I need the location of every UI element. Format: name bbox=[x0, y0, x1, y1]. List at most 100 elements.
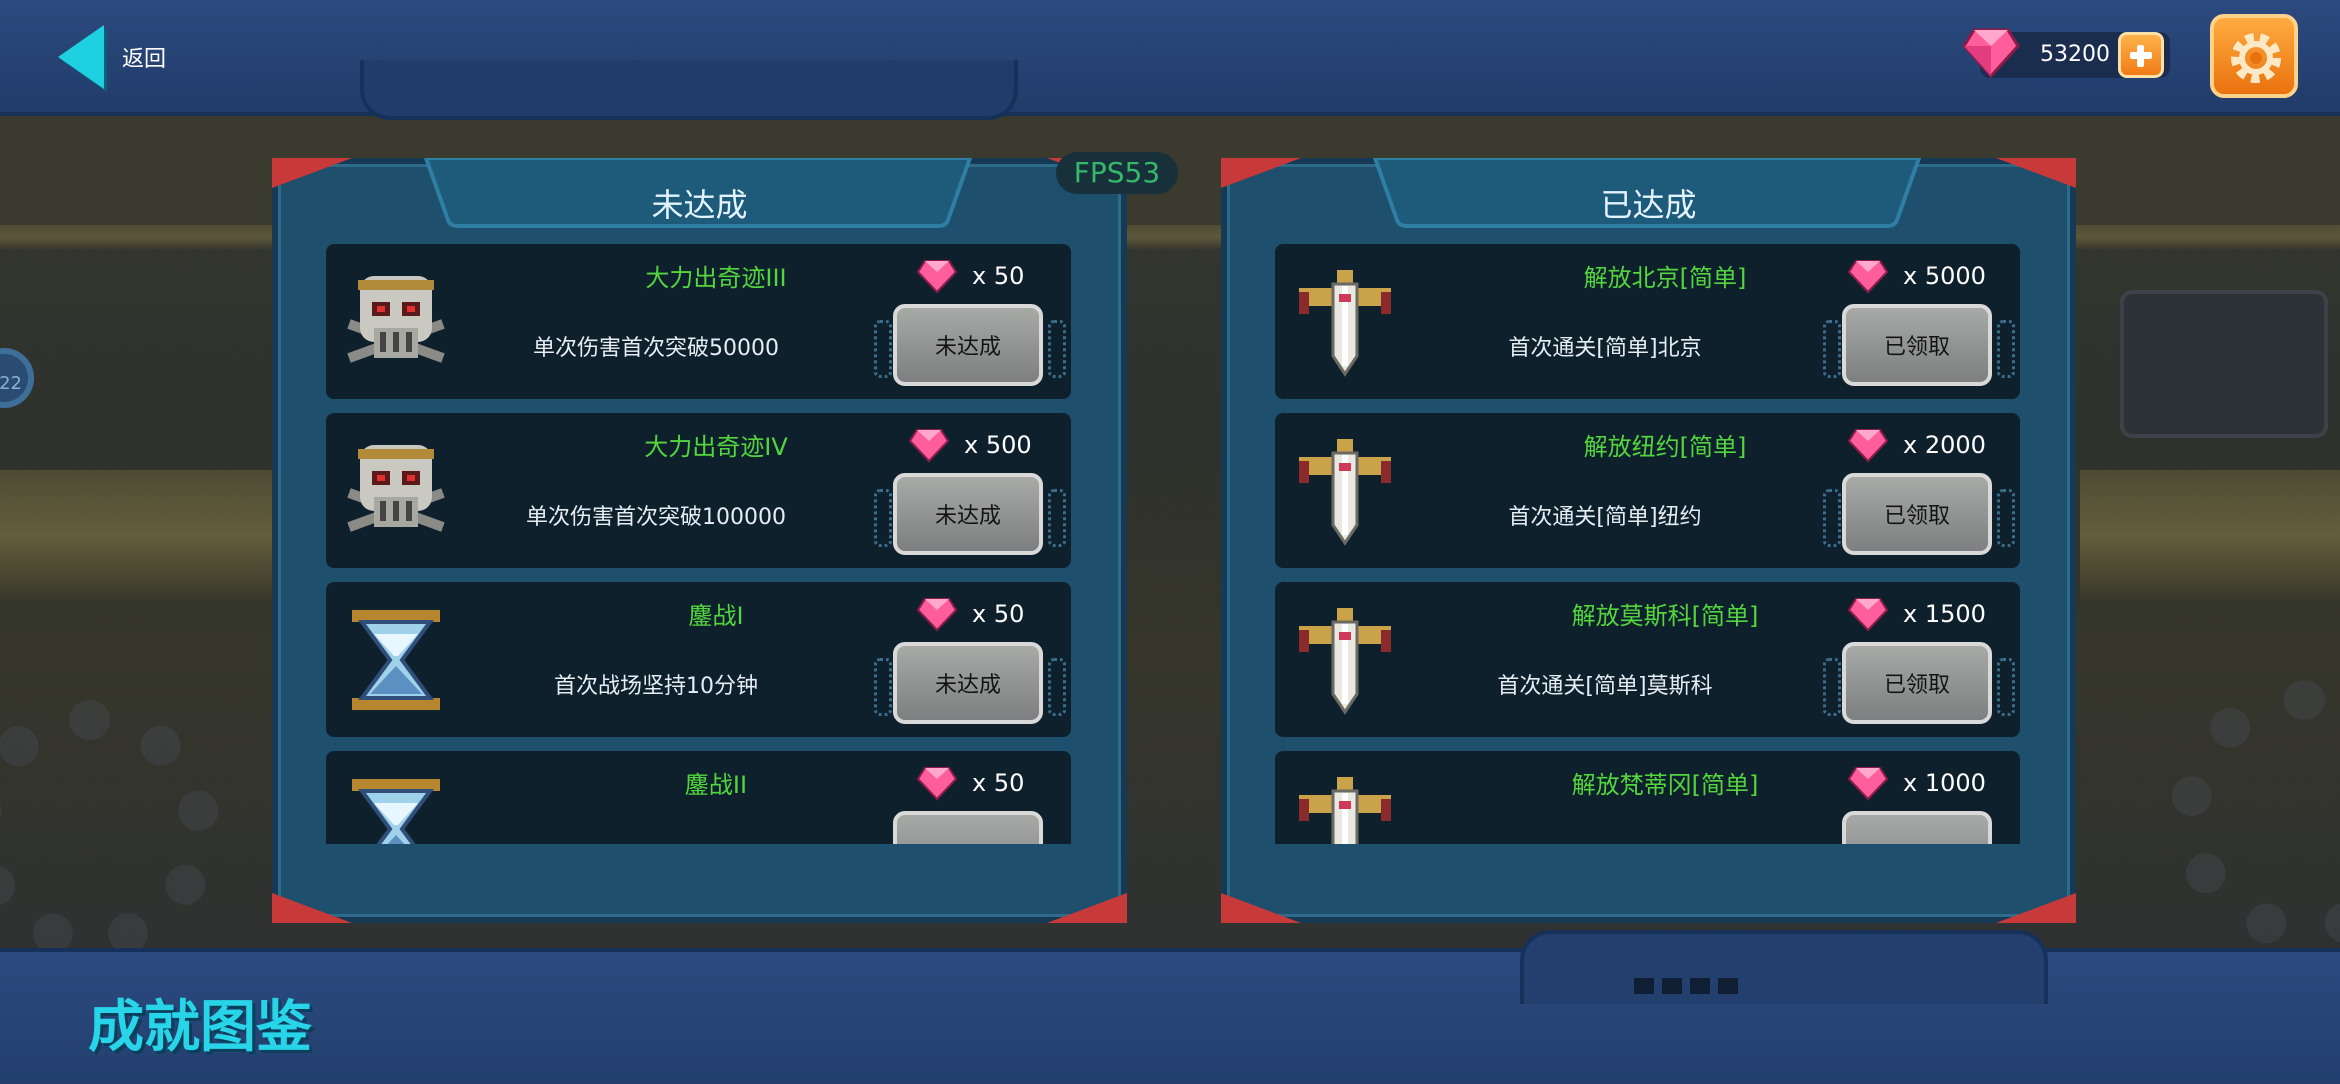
settings-button[interactable] bbox=[2210, 14, 2298, 98]
achievement-description: 首次通关[简单]莫斯科 bbox=[1497, 674, 1713, 699]
reward: x 1500 bbox=[1847, 594, 1986, 634]
achievement-description: 首次通关[简单]北京 bbox=[1508, 336, 1702, 361]
status-button[interactable]: 未达成 bbox=[893, 304, 1043, 386]
reward-amount: x 50 bbox=[972, 600, 1025, 628]
button-decoration bbox=[874, 658, 892, 716]
reward: x 500 bbox=[908, 425, 1032, 465]
achievement-name: 解放纽约[简单] bbox=[1583, 433, 1747, 461]
achievement-name: 大力出奇迹III bbox=[645, 264, 787, 292]
achievement-name: 解放北京[简单] bbox=[1583, 264, 1747, 292]
achievement-card: 解放北京[简单] x 5000 首次通关[简单]北京 已领取 bbox=[1275, 244, 2020, 399]
status-button[interactable] bbox=[893, 811, 1043, 844]
sword-icon bbox=[1299, 608, 1391, 715]
reward: x 2000 bbox=[1847, 425, 1986, 465]
panel-corner bbox=[272, 893, 352, 923]
button-decoration bbox=[1048, 489, 1066, 547]
gem-icon bbox=[916, 598, 958, 632]
achievement-name: 大力出奇迹IV bbox=[644, 433, 788, 461]
background-pipe bbox=[0, 470, 280, 600]
panel-title: 已达成 bbox=[1600, 186, 1697, 224]
achievement-list[interactable]: 大力出奇迹III x 50 单次伤害首次突破50000 未达成 大力出奇迹IV bbox=[326, 244, 1071, 844]
background-vent bbox=[2120, 290, 2328, 438]
notch-dots bbox=[1634, 978, 1744, 994]
status-button[interactable]: 已领取 bbox=[1842, 473, 1992, 555]
reward-amount: x 5000 bbox=[1903, 262, 1986, 290]
reward: x 5000 bbox=[1847, 256, 1986, 296]
back-button[interactable]: 返回 bbox=[58, 22, 178, 92]
button-decoration bbox=[874, 320, 892, 378]
achievement-card: 解放莫斯科[简单] x 1500 首次通关[简单]莫斯科 已领取 bbox=[1275, 582, 2020, 737]
achievement-card: 鏖战I x 50 首次战场坚持10分钟 未达成 bbox=[326, 582, 1071, 737]
reward-amount: x 2000 bbox=[1903, 431, 1986, 459]
side-badge[interactable]: 22 bbox=[0, 348, 34, 408]
achievement-card: 大力出奇迹IV x 500 单次伤害首次突破100000 未达成 bbox=[326, 413, 1071, 568]
panel-corner bbox=[1047, 893, 1127, 923]
button-decoration bbox=[1997, 658, 2015, 716]
background-gear bbox=[2170, 680, 2340, 950]
reward-amount: x 50 bbox=[972, 769, 1025, 797]
back-label: 返回 bbox=[122, 47, 167, 72]
top-bar-notch bbox=[360, 60, 1018, 120]
sword-icon bbox=[1299, 777, 1391, 844]
reward: x 50 bbox=[916, 256, 1024, 296]
achievement-card: 大力出奇迹III x 50 单次伤害首次突破50000 未达成 bbox=[326, 244, 1071, 399]
achievement-card: 鏖战II x 50 bbox=[326, 751, 1071, 844]
gem-icon bbox=[1847, 767, 1889, 801]
gem-icon bbox=[1847, 598, 1889, 632]
background-pipe bbox=[2080, 470, 2340, 600]
achievement-name: 鏖战II bbox=[684, 771, 748, 799]
unachieved-panel: 未达成 大力出奇迹III x 50 单次伤害首次突破50000 未达成 大力出奇… bbox=[272, 158, 1127, 923]
gem-icon bbox=[916, 260, 958, 294]
status-button[interactable]: 已领取 bbox=[1842, 304, 1992, 386]
hourglass-icon bbox=[352, 779, 440, 844]
reward-amount: x 50 bbox=[972, 262, 1025, 290]
skull-icon bbox=[347, 445, 445, 532]
reward-amount: x 500 bbox=[964, 431, 1032, 459]
hourglass-icon bbox=[352, 610, 440, 710]
achievement-description: 首次通关[简单]纽约 bbox=[1508, 505, 1702, 530]
achievement-name: 鏖战I bbox=[688, 602, 744, 630]
button-decoration bbox=[874, 489, 892, 547]
panel-title: 未达成 bbox=[651, 186, 748, 224]
reward: x 50 bbox=[916, 594, 1024, 634]
gem-icon bbox=[1962, 28, 2020, 78]
background-gear bbox=[0, 700, 220, 960]
sword-icon bbox=[1299, 270, 1391, 377]
status-button[interactable]: 未达成 bbox=[893, 642, 1043, 724]
gear-icon bbox=[2231, 33, 2281, 83]
achievement-name: 解放莫斯科[简单] bbox=[1571, 602, 1759, 630]
reward: x 1000 bbox=[1847, 763, 1986, 803]
button-decoration bbox=[1048, 320, 1066, 378]
fps-counter: FPS53 bbox=[1056, 152, 1178, 194]
gem-icon bbox=[1847, 260, 1889, 294]
add-gems-button[interactable] bbox=[2118, 32, 2164, 78]
button-decoration bbox=[1997, 489, 2015, 547]
button-decoration bbox=[1823, 658, 1841, 716]
panel-corner bbox=[1996, 893, 2076, 923]
achievement-description: 单次伤害首次突破50000 bbox=[533, 336, 779, 361]
skull-icon bbox=[347, 276, 445, 363]
status-button[interactable] bbox=[1842, 811, 1992, 844]
gem-icon bbox=[916, 767, 958, 801]
reward-amount: x 1000 bbox=[1903, 769, 1986, 797]
achievement-description: 首次战场坚持10分钟 bbox=[554, 674, 758, 699]
reward-amount: x 1500 bbox=[1903, 600, 1986, 628]
sword-icon bbox=[1299, 439, 1391, 546]
status-button[interactable]: 已领取 bbox=[1842, 642, 1992, 724]
achievement-list[interactable]: 解放北京[简单] x 5000 首次通关[简单]北京 已领取 解放纽约[简单] bbox=[1275, 244, 2020, 844]
achievement-description: 单次伤害首次突破100000 bbox=[526, 505, 786, 530]
button-decoration bbox=[1997, 320, 2015, 378]
achievement-card: 解放纽约[简单] x 2000 首次通关[简单]纽约 已领取 bbox=[1275, 413, 2020, 568]
page-title: 成就图鉴 bbox=[88, 995, 312, 1060]
panel-corner bbox=[1221, 893, 1301, 923]
button-decoration bbox=[1048, 658, 1066, 716]
achievement-name: 解放梵蒂冈[简单] bbox=[1571, 771, 1759, 799]
gem-icon bbox=[1847, 429, 1889, 463]
gem-icon bbox=[908, 429, 950, 463]
status-button[interactable]: 未达成 bbox=[893, 473, 1043, 555]
back-arrow-icon bbox=[58, 25, 104, 89]
button-decoration bbox=[1823, 489, 1841, 547]
achieved-panel: 已达成 解放北京[简单] x 5000 首次通关[简单]北京 已领取 解放纽约[… bbox=[1221, 158, 2076, 923]
reward: x 50 bbox=[916, 763, 1024, 803]
achievement-card: 解放梵蒂冈[简单] x 1000 bbox=[1275, 751, 2020, 844]
